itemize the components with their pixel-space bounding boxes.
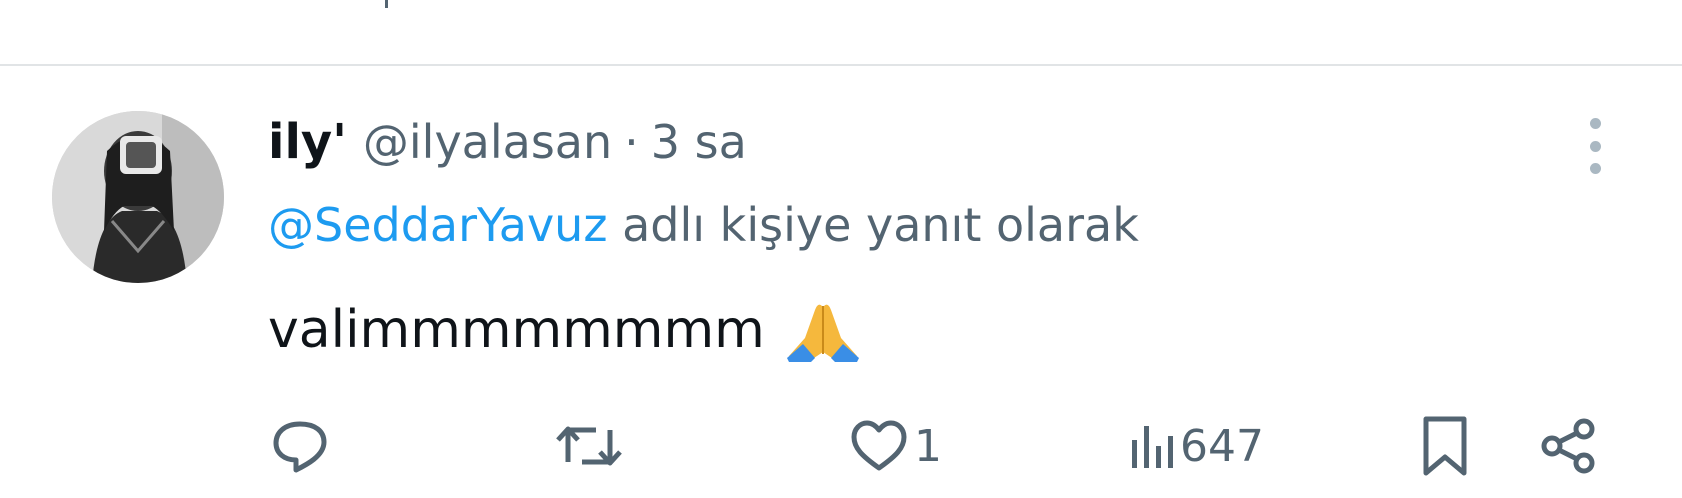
previous-tweet-edge [385,0,388,8]
more-options-button[interactable] [1580,118,1610,174]
analytics-icon [1132,426,1173,468]
views-button[interactable]: 647 [1130,412,1264,480]
heart-icon [851,420,907,471]
reply-suffix: adlı kişiye yanıt olarak [622,198,1139,252]
tweet-actions: 1 647 [0,412,1682,480]
retweet-icon [556,426,622,466]
separator-dot: · [624,115,639,169]
comment-icon [273,421,327,473]
reply-context: @SeddarYavuz adlı kişiye yanıt olarak [268,198,1139,252]
views-count: 647 [1180,420,1264,472]
user-handle[interactable]: @ilyalasan [363,115,612,169]
bookmark-icon [1423,416,1467,476]
timestamp[interactable]: 3 sa [651,115,747,169]
avatar-photo [52,111,224,283]
folded-hands-icon [786,304,859,362]
like-count: 1 [914,420,942,472]
share-button[interactable] [1540,412,1598,480]
retweet-button[interactable] [556,412,622,480]
tweet-header: ily' @ilyalasan · 3 sa [268,112,747,172]
reply-button[interactable] [270,412,330,480]
like-button[interactable]: 1 [850,412,942,480]
more-dot-icon [1589,118,1601,129]
tweet-text: valimmmmmmmm [268,300,765,360]
more-dot-icon [1589,140,1601,152]
avatar[interactable] [52,111,224,283]
display-name[interactable]: ily' [268,114,347,170]
more-dot-icon [1589,163,1601,174]
tweet-body: valimmmmmmmm [268,298,861,362]
tweet-divider [0,64,1682,66]
reply-mention-link[interactable]: @SeddarYavuz [268,198,607,252]
share-icon [1541,418,1595,474]
bookmark-button[interactable] [1420,412,1470,480]
